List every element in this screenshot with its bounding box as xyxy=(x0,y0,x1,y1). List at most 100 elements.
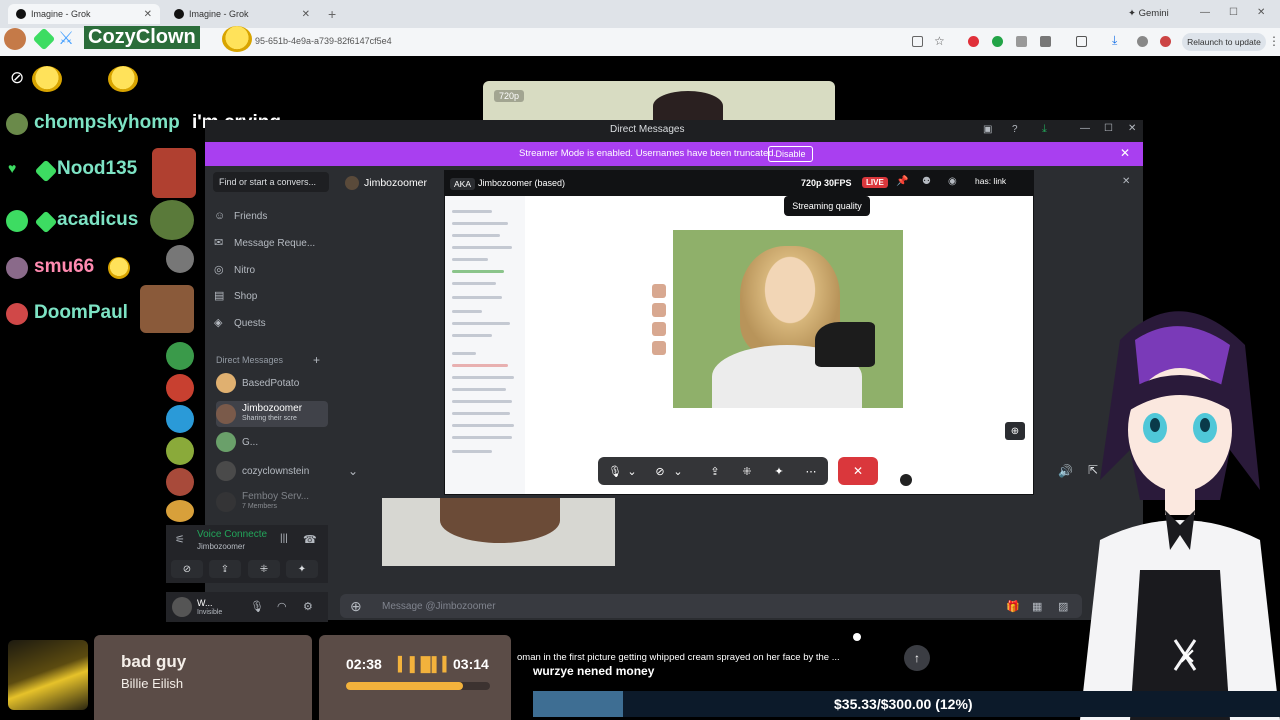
browser-tab-2[interactable]: Imagine - Grok ✕ xyxy=(166,4,318,24)
soundwave-icon[interactable]: ||| xyxy=(280,533,288,544)
chevron-down-icon[interactable]: ⌄ xyxy=(671,462,685,480)
avatar[interactable] xyxy=(172,597,192,617)
thumbnail-image[interactable] xyxy=(652,322,666,336)
signal-icon[interactable]: ⚟ xyxy=(175,533,185,546)
volume-icon[interactable]: 🔊 xyxy=(1058,464,1073,478)
minimize-icon[interactable]: — xyxy=(1080,123,1090,134)
extension-green-icon[interactable] xyxy=(992,36,1003,47)
shared-screen-line xyxy=(452,296,502,299)
video-microphone xyxy=(815,322,875,367)
shared-screen-line xyxy=(452,234,500,237)
webcam-head xyxy=(653,91,723,121)
time-elapsed: 02:38 xyxy=(346,656,382,672)
add-friend-icon[interactable]: ⚉ xyxy=(922,176,931,187)
download-icon[interactable]: ⤓ xyxy=(1112,33,1117,48)
dm-item-active[interactable]: Jimbozoomer Sharing their scre xyxy=(216,401,328,427)
profile-icon-2[interactable] xyxy=(1160,36,1171,47)
close-icon[interactable]: ✕ xyxy=(1128,123,1136,134)
help-icon[interactable]: ? xyxy=(1012,124,1018,135)
soundboard-icon[interactable]: ✦ xyxy=(767,462,791,480)
streaming-quality-label[interactable]: 720p 30FPS xyxy=(801,178,852,188)
arrow-up-icon[interactable]: ↑ xyxy=(904,645,930,671)
thumbnail-image[interactable] xyxy=(652,284,666,298)
pin-icon[interactable]: 📌 xyxy=(896,176,908,187)
end-call-button[interactable]: ✕ xyxy=(838,457,878,485)
dm-item[interactable]: cozyclownstein xyxy=(216,459,328,483)
thumbnail-image[interactable] xyxy=(652,341,666,355)
inbox-icon[interactable]: ▣ xyxy=(983,124,992,135)
soundboard-icon[interactable]: ✦ xyxy=(286,560,318,578)
server-avatar-image[interactable] xyxy=(166,405,194,433)
profile-icon-1[interactable] xyxy=(1137,36,1148,47)
close-icon[interactable]: ✕ xyxy=(144,9,152,20)
sidebar-item-quests[interactable]: ◈ Quests xyxy=(214,317,266,329)
camera-off-icon[interactable]: ⊘ xyxy=(648,462,672,480)
gear-icon[interactable]: ⚙ xyxy=(303,600,317,614)
screenshare-icon[interactable]: ⇪ xyxy=(703,462,727,480)
gemini-button[interactable]: ✦ Gemini xyxy=(1128,8,1169,19)
maximize-icon[interactable]: ☐ xyxy=(1229,7,1238,18)
gift-icon[interactable]: 🎁 xyxy=(1006,600,1020,613)
avatar xyxy=(345,176,359,190)
shared-screen-line xyxy=(452,282,496,285)
thumbnail-image[interactable] xyxy=(652,303,666,317)
close-icon[interactable]: ✕ xyxy=(302,9,310,20)
car-image xyxy=(8,640,88,710)
microphone-icon[interactable]: 🎙 xyxy=(603,462,627,480)
sticker-icon[interactable]: ▨ xyxy=(1058,600,1068,613)
dm-item-group[interactable]: Femboy Serv... 7 Members xyxy=(216,489,328,515)
aka-badge: AKA xyxy=(450,178,476,190)
disable-streamer-mode-button[interactable]: Disable xyxy=(768,146,813,162)
relaunch-button[interactable]: Relaunch to update xyxy=(1182,33,1266,51)
server-avatar-image[interactable] xyxy=(166,245,194,273)
maximize-icon[interactable]: ☐ xyxy=(1104,123,1113,134)
chevron-down-icon[interactable]: ⌄ xyxy=(625,462,639,480)
puzzle-icon[interactable] xyxy=(1040,36,1051,47)
sidebar-item-message-requests[interactable]: ✉ Message Reque... xyxy=(214,237,315,249)
add-attachment-icon[interactable]: ⊕ xyxy=(350,598,362,615)
new-tab-icon[interactable]: + xyxy=(328,6,336,22)
shared-screen-line xyxy=(452,376,514,379)
server-avatar-image[interactable] xyxy=(166,437,194,465)
camera-off-icon[interactable]: ⊘ xyxy=(171,560,203,578)
download-icon[interactable]: ⤓ xyxy=(1042,123,1047,136)
server-avatar-image[interactable] xyxy=(166,374,194,402)
shared-screen-line xyxy=(452,222,508,225)
more-icon[interactable]: ⋯ xyxy=(799,462,823,480)
close-search-icon[interactable]: ✕ xyxy=(1122,176,1130,187)
close-window-icon[interactable]: ✕ xyxy=(1257,7,1265,18)
extension-gray-icon[interactable] xyxy=(1016,36,1027,47)
dm-item[interactable]: BasedPotato xyxy=(216,371,328,395)
chevron-down-icon[interactable]: ⌄ xyxy=(348,464,358,478)
server-avatar-image[interactable] xyxy=(166,342,194,370)
activities-icon[interactable]: ⁜ xyxy=(735,462,759,480)
screenshare-icon[interactable]: ⇪ xyxy=(209,560,241,578)
microphone-icon[interactable]: 🎙 xyxy=(250,600,264,614)
close-banner-icon[interactable]: ✕ xyxy=(1120,146,1130,160)
menu-kebab-icon[interactable]: ⋮ xyxy=(1268,34,1280,48)
sidebar-item-nitro[interactable]: ◎ Nitro xyxy=(214,264,255,276)
server-avatar-image[interactable] xyxy=(166,468,194,496)
sidebar-item-shop[interactable]: ▤ Shop xyxy=(214,290,257,302)
sidepanel-icon[interactable] xyxy=(1076,36,1087,47)
cast-icon[interactable] xyxy=(912,36,923,47)
dm-item[interactable]: G... xyxy=(216,430,328,454)
disconnect-icon[interactable]: ☎ xyxy=(303,533,317,546)
browser-tab-1[interactable]: Imagine - Grok ✕ xyxy=(8,4,160,24)
search-query[interactable]: has: link xyxy=(975,176,1033,190)
extension-red-icon[interactable] xyxy=(968,36,979,47)
star-icon[interactable]: ☆ xyxy=(934,34,945,48)
minimize-icon[interactable]: — xyxy=(1200,7,1210,18)
activities-icon[interactable]: ⁜ xyxy=(248,560,280,578)
message-placeholder: Message @Jimbozoomer xyxy=(382,601,496,612)
profile-icon[interactable]: ◉ xyxy=(948,176,957,187)
sidebar-item-friends[interactable]: ☺ Friends xyxy=(214,210,267,222)
chat-username: Nood135 xyxy=(57,158,138,179)
server-avatar-image[interactable] xyxy=(166,500,194,522)
headset-icon[interactable]: ◠ xyxy=(277,600,291,614)
laughing-emote-icon xyxy=(222,26,252,52)
zoom-icon[interactable]: ⊕ xyxy=(1005,422,1025,440)
search-input[interactable]: Find or start a convers... xyxy=(213,172,329,192)
gif-icon[interactable]: ▦ xyxy=(1032,600,1042,613)
add-dm-icon[interactable]: + xyxy=(313,353,320,367)
